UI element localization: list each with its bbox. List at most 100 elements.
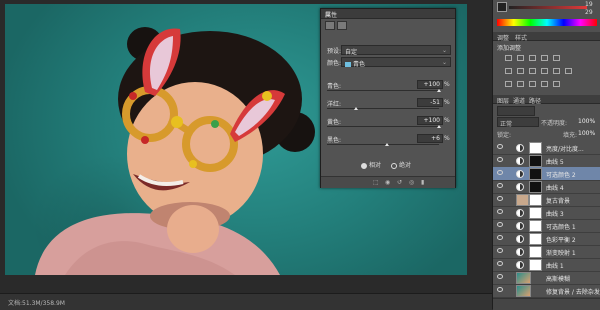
posterize-icon[interactable]: [517, 81, 524, 87]
layer-row[interactable]: 高斯模糊: [493, 271, 600, 285]
threshold-icon[interactable]: [529, 81, 536, 87]
eye-icon[interactable]: [497, 157, 503, 162]
visibility-icon[interactable]: ◎: [409, 179, 414, 186]
gradient-map-icon[interactable]: [541, 81, 548, 87]
color-balance-icon[interactable]: [517, 68, 524, 74]
tab-channels[interactable]: 通道: [513, 96, 525, 105]
radio-absolute[interactable]: 绝对: [390, 162, 411, 169]
adjustment-type-icons: [325, 21, 349, 32]
eye-icon[interactable]: [497, 170, 503, 175]
image-layer-thumbnail[interactable]: [516, 285, 531, 297]
layer-mask-thumbnail[interactable]: [529, 207, 542, 219]
slider-value-input[interactable]: +6: [417, 134, 443, 143]
layer-row[interactable]: 渐变映射 1: [493, 245, 600, 259]
eye-icon[interactable]: [497, 274, 503, 279]
layer-row[interactable]: 曲线 3: [493, 206, 600, 220]
layer-mask-thumbnail[interactable]: [529, 181, 542, 193]
radio-absolute-label: 绝对: [398, 162, 411, 169]
slider-thumb[interactable]: [385, 143, 390, 146]
layer-row[interactable]: 修复背景 / 去除杂发: [493, 284, 600, 298]
layer-mask-thumbnail[interactable]: [529, 220, 542, 232]
layer-row[interactable]: 亮度/对比度...: [493, 141, 600, 155]
slider-value-input[interactable]: +100: [417, 80, 443, 89]
layer-mask-thumbnail[interactable]: [529, 246, 542, 258]
layer-mask-thumbnail[interactable]: [529, 155, 542, 167]
black-white-icon[interactable]: [529, 68, 536, 74]
layer-mask-thumbnail[interactable]: [529, 259, 542, 271]
delete-icon[interactable]: ▮: [421, 179, 424, 186]
tab-layers[interactable]: 图层: [497, 96, 509, 105]
color-select[interactable]: 青色 ⌄: [341, 57, 451, 68]
panel-menu-icon[interactable]: ≡: [325, 10, 451, 18]
layer-row[interactable]: 色彩平衡 2: [493, 232, 600, 246]
reset-icon[interactable]: ↺: [397, 179, 402, 186]
layer-row[interactable]: 曲线 5: [493, 154, 600, 168]
layer-row[interactable]: 曲线 4: [493, 180, 600, 194]
mask-icon[interactable]: [337, 21, 347, 30]
invert-icon[interactable]: [505, 81, 512, 87]
layer-mask-thumbnail[interactable]: [529, 233, 542, 245]
channel-mixer-icon[interactable]: [553, 68, 560, 74]
slider-track[interactable]: [327, 126, 439, 127]
adjustment-icon[interactable]: [325, 21, 335, 30]
tab-styles[interactable]: 样式: [515, 33, 527, 42]
foreground-swatch[interactable]: [497, 2, 507, 12]
levels-icon[interactable]: [517, 55, 524, 61]
layer-row[interactable]: 可选颜色 2: [493, 167, 600, 181]
color-lookup-icon[interactable]: [565, 68, 572, 74]
slider-track[interactable]: [327, 90, 439, 91]
fill-layer-thumbnail[interactable]: [516, 194, 529, 206]
eye-icon[interactable]: [497, 183, 503, 188]
slider-thumb[interactable]: [437, 89, 441, 92]
adjustment-icons-row-2: [505, 68, 595, 76]
adjustment-layer-icon: [516, 157, 524, 165]
layer-row[interactable]: 曲线 1: [493, 258, 600, 272]
slider-track[interactable]: [327, 108, 439, 109]
brightness-icon[interactable]: [505, 55, 512, 61]
image-layer-thumbnail[interactable]: [516, 272, 531, 284]
slider-track[interactable]: [327, 144, 439, 145]
properties-panel[interactable]: 属性 ≡ 预设: 自定 ⌄ 颜色: 青色 ⌄ 青色: +100% 洋红: -51% 黄色…: [320, 8, 456, 188]
blend-mode-select[interactable]: 正常: [497, 117, 539, 128]
slider-thumb[interactable]: [353, 107, 358, 110]
eye-icon[interactable]: [497, 209, 503, 214]
slider-value-input[interactable]: -51: [417, 98, 443, 107]
tab-paths[interactable]: 路径: [529, 96, 541, 105]
eye-icon[interactable]: [497, 222, 503, 227]
layer-mask-thumbnail[interactable]: [529, 142, 542, 154]
hue-icon[interactable]: [505, 68, 512, 74]
eye-icon[interactable]: [497, 235, 503, 240]
photo-filter-icon[interactable]: [541, 68, 548, 74]
eye-icon[interactable]: [497, 287, 503, 292]
view-previous-icon[interactable]: ◉: [385, 179, 390, 186]
slider-value-input[interactable]: +100: [417, 116, 443, 125]
right-dock: 19 29 调整 样式 添加调整 图层 通道 路径 正常 不透明度: 100% …: [492, 0, 600, 310]
layer-kind-filter[interactable]: [497, 106, 535, 116]
color-spectrum[interactable]: [497, 19, 597, 26]
radio-unselected-icon: [390, 162, 397, 169]
opacity-value[interactable]: 100%: [578, 118, 595, 125]
tab-adjustments[interactable]: 调整: [497, 33, 509, 42]
clip-to-layer-icon[interactable]: ⬚: [373, 179, 379, 186]
selective-color-icon[interactable]: [553, 81, 560, 87]
eye-icon[interactable]: [497, 261, 503, 266]
layer-mask-thumbnail[interactable]: [529, 194, 542, 206]
exposure-icon[interactable]: [541, 55, 548, 61]
color-slider[interactable]: [509, 6, 587, 9]
curves-icon[interactable]: [529, 55, 536, 61]
radio-relative[interactable]: 相对: [361, 162, 381, 169]
properties-title-bar[interactable]: 属性 ≡: [321, 9, 455, 19]
layer-name: 复古背景: [546, 198, 571, 205]
eye-icon[interactable]: [497, 144, 503, 149]
layer-row[interactable]: 复古背景: [493, 193, 600, 207]
layers-tab-header: 图层 通道 路径: [493, 95, 600, 105]
layer-mask-thumbnail[interactable]: [529, 168, 542, 180]
fill-value[interactable]: 100%: [578, 130, 595, 137]
vibrance-icon[interactable]: [553, 55, 560, 61]
slider-row: 青色: +100%: [327, 80, 451, 95]
preset-select[interactable]: 自定 ⌄: [341, 45, 451, 56]
eye-icon[interactable]: [497, 196, 503, 201]
eye-icon[interactable]: [497, 248, 503, 253]
slider-thumb[interactable]: [437, 125, 441, 128]
layer-row[interactable]: 可选颜色 1: [493, 219, 600, 233]
